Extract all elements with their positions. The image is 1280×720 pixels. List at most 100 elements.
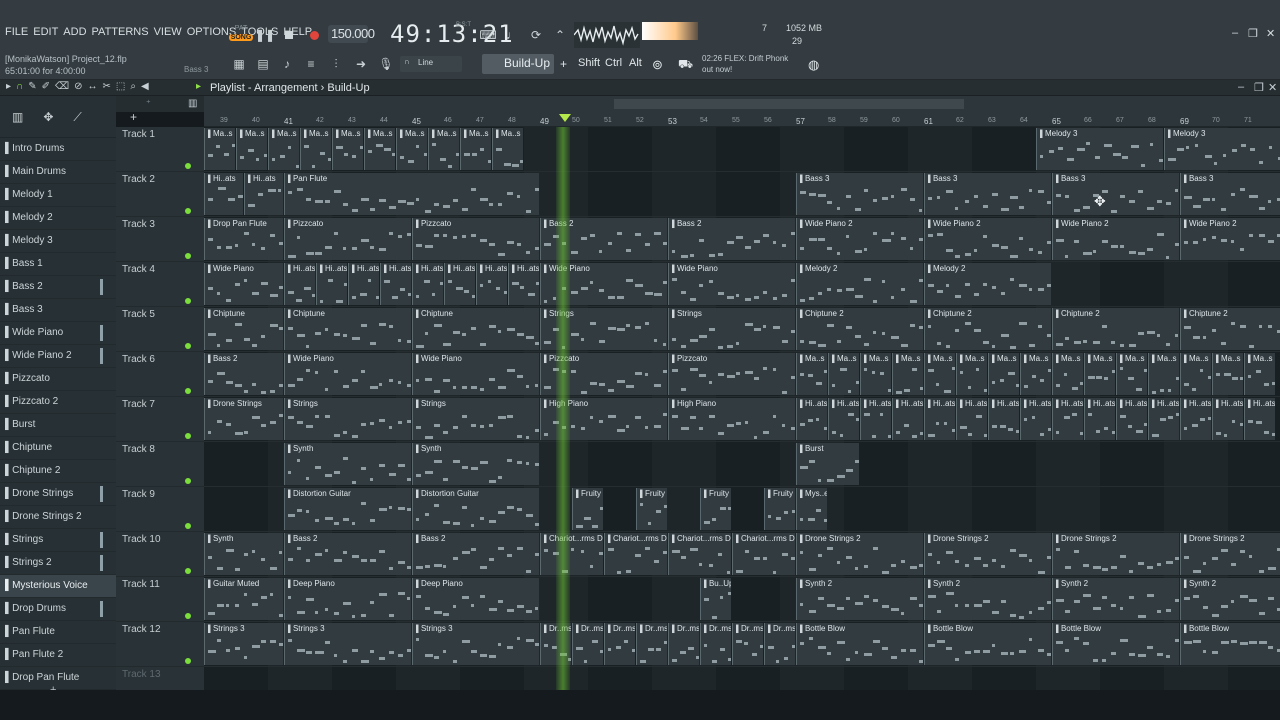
pattern-clip[interactable]: Hi..ats [316, 263, 347, 305]
pattern-clip[interactable]: Bass 2 [204, 353, 283, 395]
pattern-clip[interactable]: Ma..s [396, 128, 427, 170]
pattern-clip[interactable]: Melody 2 [924, 263, 1051, 305]
pattern-item[interactable]: ▌Bass 3 [0, 299, 116, 322]
pattern-clip[interactable]: Chariot...rms Drop [604, 533, 667, 575]
pattern-clip[interactable]: Ma..s [364, 128, 395, 170]
pattern-clip[interactable]: Melody 3 [1036, 128, 1163, 170]
pattern-clip[interactable]: Bass 3 [796, 173, 923, 215]
pattern-clip[interactable]: Hi..ats [476, 263, 507, 305]
playlist-expand-icon[interactable]: ▸ [196, 81, 201, 92]
pattern-selector[interactable]: Build-Up [482, 54, 554, 74]
pattern-item[interactable]: ▌Melody 3 [0, 230, 116, 253]
pattern-clip[interactable]: Hi..ats [380, 263, 411, 305]
track-header[interactable]: Track 9 [116, 487, 204, 532]
horizontal-scrollbar[interactable] [614, 99, 964, 109]
microphone-icon[interactable]: 🎙 [376, 55, 396, 73]
pat-mode-label[interactable]: PAT [229, 25, 253, 32]
pattern-clip[interactable]: Chiptune 2 [924, 308, 1051, 350]
countdown-icon[interactable]: ⌃ [550, 25, 570, 45]
wait-for-input-icon[interactable]: ⟳ [526, 25, 546, 45]
pattern-clip[interactable]: Dr..ms [572, 623, 603, 665]
pattern-clip[interactable]: Ma..s [428, 128, 459, 170]
pattern-clip[interactable]: Hi..ats [1020, 398, 1051, 440]
pattern-item[interactable]: ▌Pan Flute [0, 621, 116, 644]
pattern-item[interactable]: ▌Chiptune [0, 437, 116, 460]
add-pattern-button[interactable]: + [560, 57, 567, 71]
pattern-mode-icon[interactable]: ▥ [188, 98, 197, 109]
track-enable-led[interactable] [185, 523, 191, 529]
pattern-clip[interactable]: Ma..s [268, 128, 299, 170]
magnet-tool-icon[interactable]: ∩ [16, 81, 23, 92]
pattern-item[interactable]: ▌Drop Drums [0, 598, 116, 621]
pattern-item[interactable]: ▌Intro Drums [0, 138, 116, 161]
pattern-clip[interactable]: Synth 2 [1180, 578, 1280, 620]
pattern-clip[interactable]: Ma..s [988, 353, 1019, 395]
pattern-clip[interactable]: Chiptune [284, 308, 411, 350]
pattern-clip[interactable]: Synth 2 [924, 578, 1051, 620]
ctrl-button[interactable]: Ctrl [605, 57, 622, 69]
mixer-icon[interactable]: ≡ [301, 55, 321, 73]
track-enable-led[interactable] [185, 613, 191, 619]
select-tool-icon[interactable]: ⬚ [116, 81, 125, 92]
pattern-clip[interactable]: Chariot...rms Drop [732, 533, 795, 575]
pattern-clip[interactable]: Pizzcato [284, 218, 411, 260]
pattern-clip[interactable]: Ma..s [1052, 353, 1083, 395]
pattern-clip[interactable]: Hi..ats [796, 398, 827, 440]
pattern-item[interactable]: ▌Chiptune 2 [0, 460, 116, 483]
pattern-clip[interactable]: Fruity [572, 488, 603, 530]
pattern-clip[interactable]: Wide Piano 2 [796, 218, 923, 260]
playback-tool-icon[interactable]: ◀ [141, 81, 149, 92]
pattern-clip[interactable]: Ma..s [204, 128, 235, 170]
cart-icon[interactable]: ⛟ [678, 57, 693, 73]
delete-tool-icon[interactable]: ⌫ [55, 81, 69, 92]
pattern-clip[interactable]: Bass 3 [924, 173, 1051, 215]
zoom-tool-icon[interactable]: ⌕ [130, 81, 136, 92]
paint-tool-icon[interactable]: ✐ [42, 81, 50, 92]
pattern-clip[interactable]: Ma..s [1212, 353, 1243, 395]
pattern-clip[interactable]: Drone Strings [204, 398, 283, 440]
pattern-clip[interactable]: Hi..ats [860, 398, 891, 440]
menu-patterns[interactable]: PATTERNS [92, 26, 149, 38]
pattern-clip[interactable]: Hi..ats [284, 263, 315, 305]
arrangement-grid[interactable]: Ma..sMa..sMa..sMa..sMa..sMa..sMa..sMa..s… [204, 127, 1280, 690]
track-enable-led[interactable] [185, 163, 191, 169]
playlist-icon[interactable]: ▦ [229, 55, 249, 73]
pattern-clip[interactable]: Hi..ats [444, 263, 475, 305]
pattern-clip[interactable]: Hi..ats [924, 398, 955, 440]
news-hint[interactable]: 02:26 FLEX: Drift Phonk out now! [702, 53, 788, 75]
pattern-item[interactable]: ▌Melody 2 [0, 207, 116, 230]
tempo-display[interactable]: 150.000 [328, 25, 375, 43]
pattern-clip[interactable]: Bass 3 [1052, 173, 1179, 215]
pattern-clip[interactable]: Hi..ats [1052, 398, 1083, 440]
pattern-clip[interactable]: High Piano [668, 398, 795, 440]
pattern-clip[interactable]: Dr..ms [604, 623, 635, 665]
pattern-clip[interactable]: Distortion Guitar [412, 488, 539, 530]
pattern-clip[interactable]: Bass 2 [668, 218, 795, 260]
pattern-clip[interactable]: Hi..ats [892, 398, 923, 440]
pattern-clip[interactable]: Chiptune 2 [1052, 308, 1179, 350]
pattern-item[interactable]: ▌Drone Strings 2 [0, 506, 116, 529]
slip-tool-icon[interactable]: ↔ [88, 81, 98, 92]
browser-icon[interactable]: ⫶ [326, 55, 346, 73]
pattern-clip[interactable]: Fruity [700, 488, 731, 530]
add-track-button[interactable]: + [130, 110, 137, 124]
playhead[interactable] [556, 127, 570, 690]
track-header[interactable]: Track 5 [116, 307, 204, 352]
pattern-clip[interactable]: Drone Strings 2 [796, 533, 923, 575]
close-icon[interactable]: ✕ [1266, 27, 1275, 40]
pattern-clip[interactable]: Melody 2 [796, 263, 923, 305]
pattern-clip[interactable]: Bass 3 [1180, 173, 1280, 215]
pattern-clip[interactable]: Mys..e [796, 488, 827, 530]
pattern-clip[interactable]: Bottle Blow [924, 623, 1051, 665]
pattern-clip[interactable]: Strings [668, 308, 795, 350]
pattern-clip[interactable]: Drone Strings 2 [1052, 533, 1179, 575]
pattern-clip[interactable]: Dr..ms [668, 623, 699, 665]
metronome-icon[interactable]: ♩ [502, 25, 522, 45]
pattern-clip[interactable]: Hi..ats [1212, 398, 1243, 440]
pattern-item[interactable]: ▌Pan Flute 2 [0, 644, 116, 667]
pattern-clip[interactable]: Wide Piano 2 [1180, 218, 1280, 260]
pattern-item[interactable]: ▌Wide Piano [0, 322, 116, 345]
pattern-clip[interactable]: Wide Piano 2 [1052, 218, 1179, 260]
track-enable-led[interactable] [185, 388, 191, 394]
pattern-clip[interactable]: Fruity [636, 488, 667, 530]
